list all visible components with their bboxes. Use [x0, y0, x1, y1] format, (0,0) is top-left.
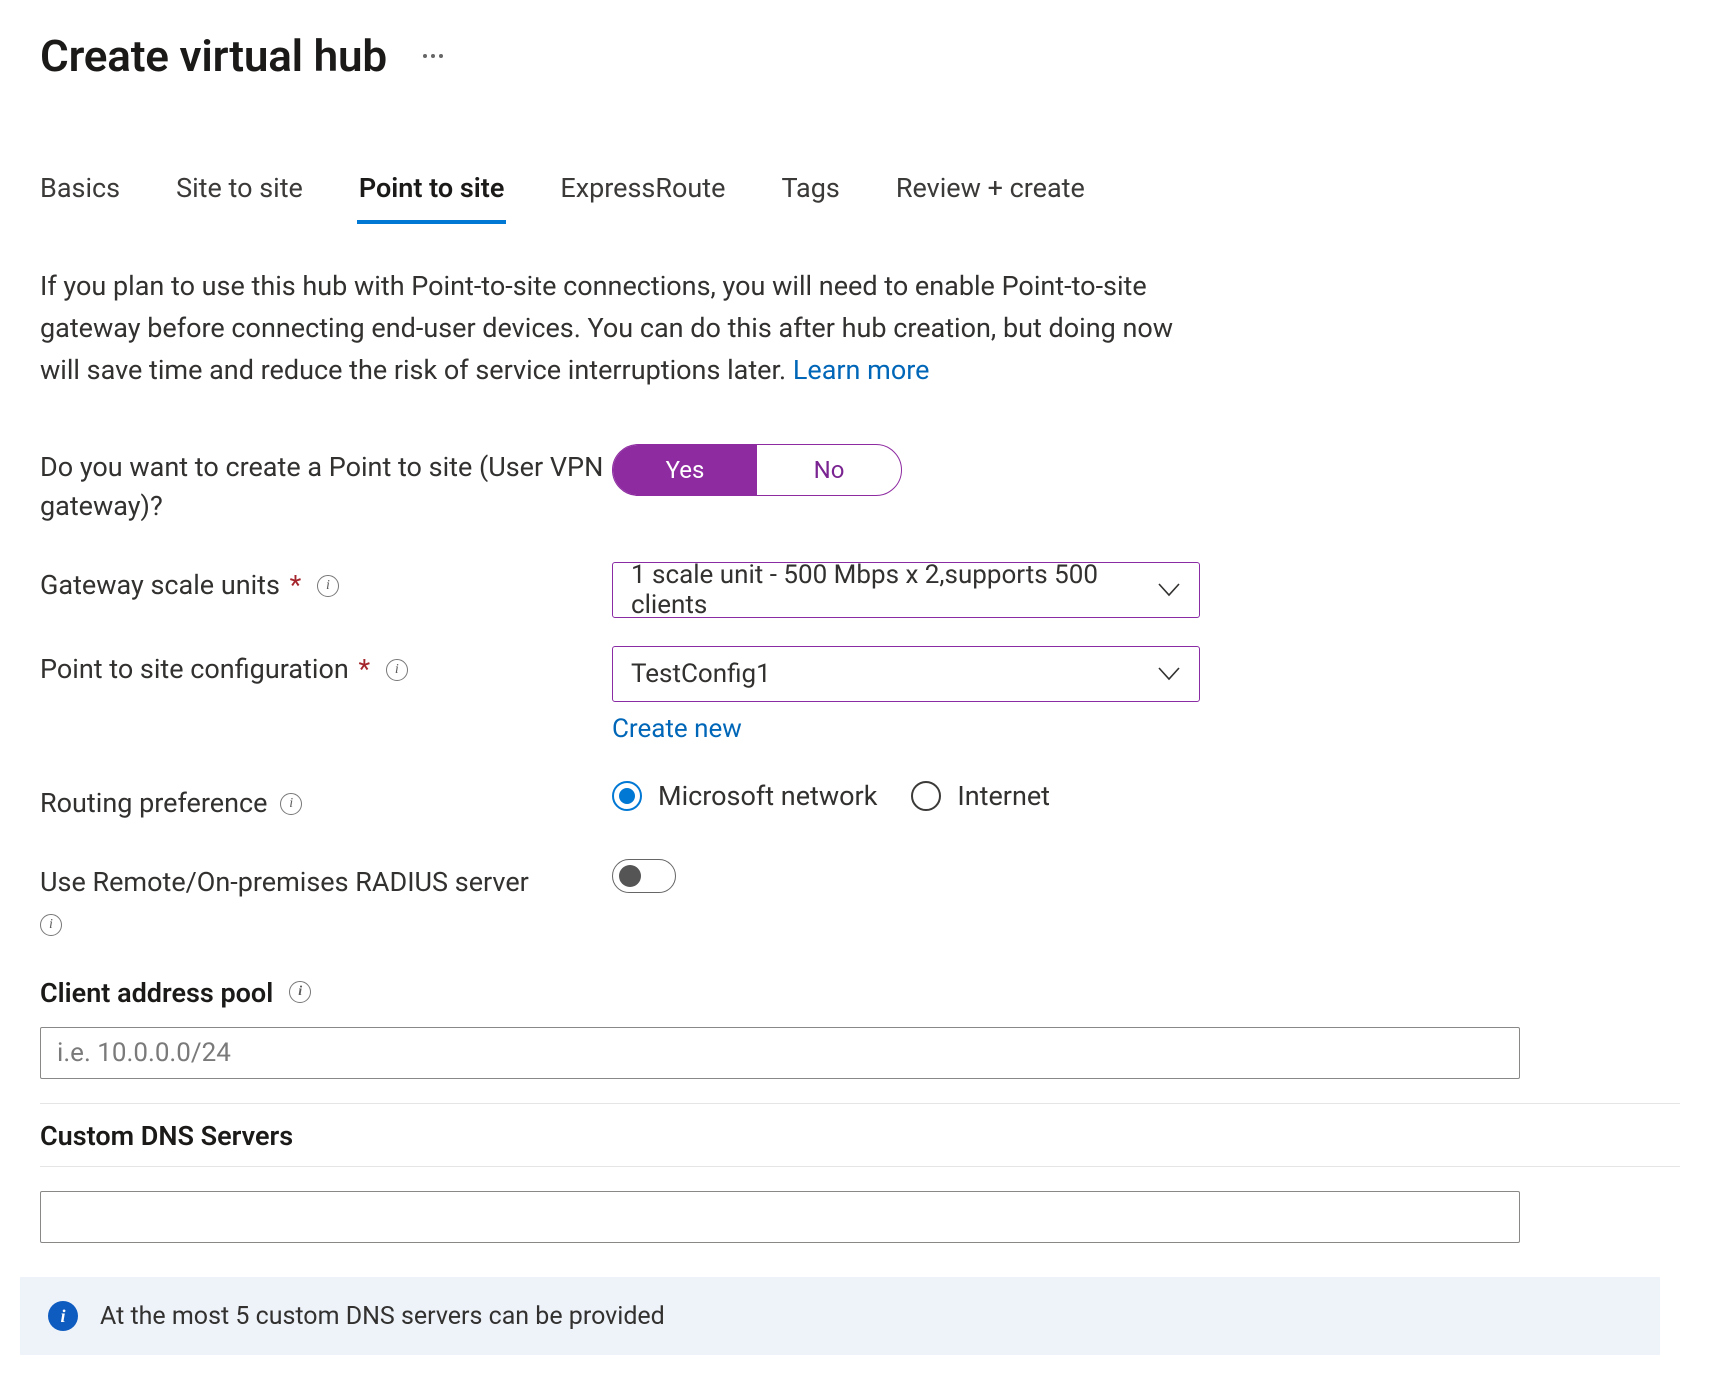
info-icon[interactable]: i	[386, 659, 408, 681]
p2s-config-value: TestConfig1	[612, 646, 1200, 702]
intro-text: If you plan to use this hub with Point-t…	[40, 266, 1190, 392]
dns-heading: Custom DNS Servers	[40, 1120, 293, 1152]
p2s-gateway-toggle: Yes No	[612, 444, 902, 496]
routing-pref-group: Microsoft network Internet	[612, 780, 1200, 812]
more-actions-button[interactable]	[415, 50, 451, 62]
learn-more-link[interactable]: Learn more	[793, 354, 930, 386]
tab-expressroute[interactable]: ExpressRoute	[560, 172, 725, 224]
required-indicator: *	[355, 653, 373, 685]
routing-pref-internet-label: Internet	[957, 780, 1050, 812]
dns-info-banner: i At the most 5 custom DNS servers can b…	[20, 1277, 1660, 1355]
radius-toggle[interactable]	[612, 859, 676, 893]
info-icon[interactable]: i	[280, 793, 302, 815]
routing-pref-internet[interactable]: Internet	[911, 780, 1050, 812]
p2s-config-label: Point to site configuration	[40, 653, 349, 685]
tab-basics[interactable]: Basics	[40, 172, 120, 224]
dns-input[interactable]	[40, 1191, 1520, 1243]
page-title: Create virtual hub	[40, 30, 387, 82]
info-icon[interactable]: i	[317, 575, 339, 597]
required-indicator: *	[287, 569, 305, 601]
scale-units-value: 1 scale unit - 500 Mbps x 2,supports 500…	[612, 562, 1200, 618]
p2s-gateway-label: Do you want to create a Point to site (U…	[40, 444, 612, 526]
routing-pref-ms[interactable]: Microsoft network	[612, 780, 877, 812]
tab-site-to-site[interactable]: Site to site	[176, 172, 303, 224]
ellipsis-icon	[423, 54, 443, 58]
intro-body: If you plan to use this hub with Point-t…	[40, 270, 1173, 386]
radius-label: Use Remote/On-premises RADIUS server	[40, 866, 529, 898]
p2s-gateway-yes[interactable]: Yes	[613, 445, 757, 495]
scale-units-dropdown[interactable]: 1 scale unit - 500 Mbps x 2,supports 500…	[612, 562, 1200, 618]
info-icon[interactable]: i	[40, 914, 62, 936]
p2s-gateway-no[interactable]: No	[757, 445, 901, 495]
info-icon[interactable]: i	[289, 981, 311, 1003]
client-pool-input[interactable]	[40, 1027, 1520, 1079]
routing-pref-ms-label: Microsoft network	[658, 780, 877, 812]
tab-tags[interactable]: Tags	[781, 172, 839, 224]
tabs: Basics Site to site Point to site Expres…	[40, 172, 1200, 224]
create-new-config-link[interactable]: Create new	[612, 714, 742, 744]
routing-pref-label: Routing preference	[40, 787, 267, 819]
tab-point-to-site[interactable]: Point to site	[359, 172, 505, 224]
scale-units-label: Gateway scale units	[40, 569, 280, 601]
client-pool-heading: Client address pool	[40, 977, 273, 1009]
dns-info-message: At the most 5 custom DNS servers can be …	[100, 1302, 665, 1331]
p2s-config-dropdown[interactable]: TestConfig1	[612, 646, 1200, 702]
tab-review-create[interactable]: Review + create	[896, 172, 1085, 224]
info-icon: i	[48, 1301, 78, 1331]
